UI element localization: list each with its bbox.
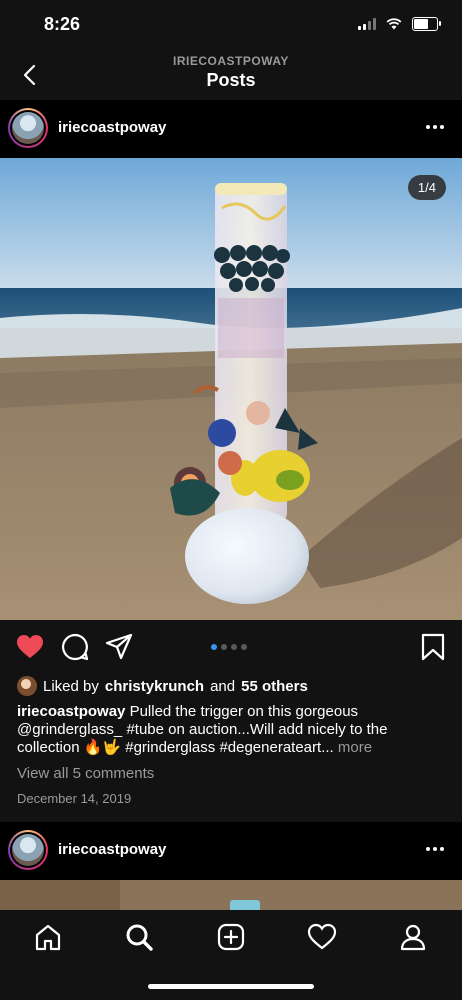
avatar[interactable] xyxy=(8,108,48,148)
heart-outline-icon[interactable] xyxy=(307,922,337,952)
likes-line: Liked by christykrunch and 55 others xyxy=(17,676,308,696)
search-icon[interactable] xyxy=(124,922,154,952)
caption-more-link[interactable]: more xyxy=(338,739,372,756)
liker-avatar xyxy=(17,676,37,696)
liked-middle: and xyxy=(210,677,236,695)
nav-bar: IRIECOASTPOWAY Posts xyxy=(0,50,462,100)
home-icon[interactable] xyxy=(33,922,63,952)
post-caption: iriecoastpoway Pulled the trigger on thi… xyxy=(17,703,447,757)
action-bar xyxy=(0,620,462,674)
caption-username[interactable]: iriecoastpoway xyxy=(17,703,125,720)
avatar[interactable] xyxy=(8,830,48,870)
post-image xyxy=(0,158,462,620)
post-header: iriecoastpoway xyxy=(0,100,462,158)
post-username[interactable]: iriecoastpoway xyxy=(58,119,166,136)
comment-icon[interactable] xyxy=(60,632,90,662)
more-options-icon[interactable] xyxy=(426,847,444,851)
profile-icon[interactable] xyxy=(398,922,428,952)
wifi-icon xyxy=(386,18,402,30)
page-title: Posts xyxy=(206,70,256,90)
status-icons xyxy=(358,17,441,31)
status-bar: 8:26 xyxy=(0,0,462,50)
next-post-header: iriecoastpoway xyxy=(0,822,462,880)
carousel-dots xyxy=(211,644,247,650)
carousel-counter: 1/4 xyxy=(407,175,446,200)
heart-icon[interactable] xyxy=(15,632,45,662)
status-time: 8:26 xyxy=(44,14,81,34)
post-photo[interactable]: 1/4 xyxy=(0,158,462,620)
signal-icon xyxy=(358,18,376,30)
bookmark-icon[interactable] xyxy=(418,632,448,662)
add-post-icon[interactable] xyxy=(216,922,246,952)
liked-count[interactable]: 55 others xyxy=(241,678,308,695)
liked-user[interactable]: christykrunch xyxy=(105,678,204,695)
liked-prefix: Liked by xyxy=(43,677,99,695)
next-post-image xyxy=(0,880,462,912)
battery-icon xyxy=(412,17,441,31)
more-options-icon[interactable] xyxy=(426,125,444,129)
next-post-username[interactable]: iriecoastpoway xyxy=(58,841,166,858)
post-date: December 14, 2019 xyxy=(17,791,132,806)
nav-subtitle: IRIECOASTPOWAY xyxy=(173,54,289,68)
home-indicator[interactable] xyxy=(148,984,314,989)
view-comments-link[interactable]: View all 5 comments xyxy=(17,765,154,782)
send-icon[interactable] xyxy=(104,632,134,662)
next-post-photo[interactable] xyxy=(0,880,462,912)
